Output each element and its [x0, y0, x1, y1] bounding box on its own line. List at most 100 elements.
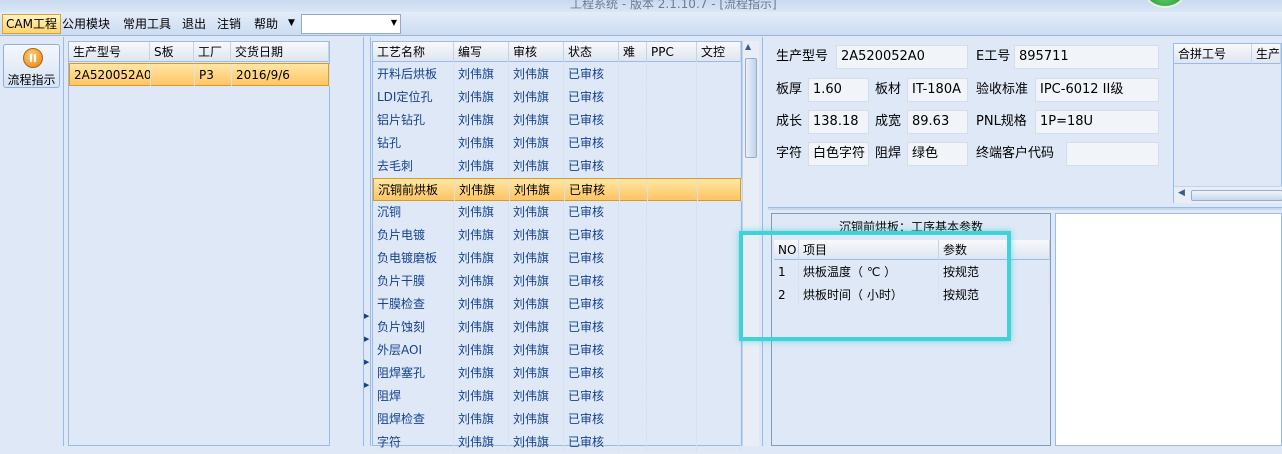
- cell-writer: 刘伟旗: [455, 179, 510, 201]
- scrollbar-thumb[interactable]: [1191, 190, 1282, 201]
- cell-s-board: [151, 64, 195, 86]
- cell-doc-control: [697, 408, 741, 430]
- col-header-status[interactable]: 状态: [564, 42, 619, 62]
- cell-difficulty: [619, 224, 647, 246]
- cell-process-name: 阻焊检查: [373, 408, 454, 430]
- cell-param: 按规范: [939, 284, 1050, 306]
- table-row[interactable]: 沉铜 刘伟旗 刘伟旗 已审核: [373, 201, 741, 224]
- cell-difficulty: [619, 362, 647, 384]
- menu-overflow-chevron-icon[interactable]: ▼: [288, 18, 295, 28]
- cell-writer: 刘伟旗: [454, 155, 509, 177]
- cell-process-name: 阻焊: [373, 385, 454, 407]
- orders-grid-header: 生产型号 S板 工厂 交货日期: [69, 42, 329, 62]
- col-header-delivery-date[interactable]: 交货日期: [231, 42, 329, 62]
- pnl-field[interactable]: 1P=18U: [1035, 110, 1159, 134]
- cell-doc-control: [697, 247, 741, 269]
- cell-model: 2A520052A0: [70, 64, 151, 86]
- table-row[interactable]: 负片蚀刻 刘伟旗 刘伟旗 已审核: [373, 316, 741, 339]
- process-grid-scrollbar[interactable]: ▲: [742, 41, 759, 446]
- merge-grid-hscrollbar[interactable]: ◀: [1174, 186, 1282, 203]
- cell-writer: 刘伟旗: [454, 408, 509, 430]
- table-row[interactable]: 阻焊塞孔 刘伟旗 刘伟旗 已审核: [373, 362, 741, 385]
- cell-difficulty: [619, 201, 647, 223]
- material-field[interactable]: IT-180A: [907, 78, 968, 102]
- table-row[interactable]: 字符 刘伟旗 刘伟旗 已审核: [373, 431, 741, 454]
- col-header-no[interactable]: NO: [774, 240, 799, 260]
- col-header-difficulty[interactable]: 难: [619, 42, 647, 62]
- cell-status: 已审核: [564, 201, 619, 223]
- cell-writer: 刘伟旗: [454, 86, 509, 108]
- length-field[interactable]: 138.18: [808, 110, 869, 134]
- col-header-factory[interactable]: 工厂: [194, 42, 231, 62]
- cell-process-name: 负片蚀刻: [373, 316, 454, 338]
- table-row[interactable]: 负电镀磨板 刘伟旗 刘伟旗 已审核: [373, 247, 741, 270]
- table-row[interactable]: 1 烘板温度（ ℃ ） 按规范: [774, 261, 1050, 284]
- horizontal-splitter[interactable]: [768, 207, 1282, 210]
- col-header-model[interactable]: 生产型号: [69, 42, 150, 62]
- table-row[interactable]: 干膜检查 刘伟旗 刘伟旗 已审核: [373, 293, 741, 316]
- table-row[interactable]: 负片电镀 刘伟旗 刘伟旗 已审核: [373, 224, 741, 247]
- cell-doc-control: [697, 132, 741, 154]
- menu-cam-project[interactable]: CAM工程: [2, 14, 61, 34]
- table-row[interactable]: 开料后烘板 刘伟旗 刘伟旗 已审核: [373, 63, 741, 86]
- cell-reviewer: 刘伟旗: [509, 385, 564, 407]
- pause-circle-icon: [23, 48, 43, 68]
- col-header-param[interactable]: 参数: [939, 240, 1050, 260]
- menu-common-tools[interactable]: 常用工具: [120, 15, 174, 33]
- table-row[interactable]: 阻焊检查 刘伟旗 刘伟旗 已审核: [373, 408, 741, 431]
- menu-logout[interactable]: 注销: [214, 15, 244, 33]
- cell-status: 已审核: [564, 132, 619, 154]
- table-row[interactable]: 2 烘板时间（ 小时） 按规范: [774, 284, 1050, 307]
- menu-help[interactable]: 帮助: [251, 15, 281, 33]
- menu-exit[interactable]: 退出: [179, 15, 209, 33]
- table-row[interactable]: 去毛刺 刘伟旗 刘伟旗 已审核: [373, 155, 741, 178]
- cell-difficulty: [619, 316, 647, 338]
- col-header-s-board[interactable]: S板: [150, 42, 194, 62]
- cell-writer: 刘伟旗: [454, 431, 509, 453]
- width-field[interactable]: 89.63: [907, 110, 968, 134]
- mask-field[interactable]: 绿色: [907, 142, 968, 166]
- cell-process-name: 铝片钻孔: [373, 109, 454, 131]
- cell-ppc: [648, 179, 698, 201]
- cell-process-name: 钻孔: [373, 132, 454, 154]
- pnl-label: PNL规格: [976, 114, 1027, 129]
- cell-difficulty: [619, 339, 647, 361]
- thickness-field[interactable]: 1.60: [808, 78, 869, 102]
- table-row[interactable]: 负片干膜 刘伟旗 刘伟旗 已审核: [373, 270, 741, 293]
- cell-reviewer: 刘伟旗: [510, 179, 565, 201]
- model-field[interactable]: 2A520052A0: [836, 45, 968, 69]
- pane-splitter[interactable]: ▶ ▶ ▶ ▶: [363, 37, 371, 446]
- table-row[interactable]: 钻孔 刘伟旗 刘伟旗 已审核: [373, 132, 741, 155]
- cell-status: 已审核: [564, 224, 619, 246]
- col-header-merge-no[interactable]: 合拼工号: [1174, 44, 1252, 64]
- scroll-left-icon[interactable]: ◀: [1178, 188, 1185, 198]
- customer-code-field[interactable]: [1066, 142, 1159, 166]
- table-row[interactable]: 铝片钻孔 刘伟旗 刘伟旗 已审核: [373, 109, 741, 132]
- col-header-writer[interactable]: 编写: [454, 42, 509, 62]
- cell-reviewer: 刘伟旗: [509, 109, 564, 131]
- scrollbar-thumb[interactable]: [745, 58, 757, 158]
- standard-field[interactable]: IPC-6012 II级: [1035, 78, 1159, 102]
- menu-common-modules[interactable]: 公用模块: [59, 15, 113, 33]
- col-header-ppc[interactable]: PPC: [647, 42, 697, 62]
- col-header-item[interactable]: 项目: [799, 240, 939, 260]
- col-header-production[interactable]: 生产: [1252, 44, 1281, 64]
- table-row[interactable]: 阻焊 刘伟旗 刘伟旗 已审核: [373, 385, 741, 408]
- cell-no: 2: [774, 284, 799, 306]
- cell-process-name: 外层AOI: [373, 339, 454, 361]
- col-header-process-name[interactable]: 工艺名称: [373, 42, 454, 62]
- table-row[interactable]: LDI定位孔 刘伟旗 刘伟旗 已审核: [373, 86, 741, 109]
- scroll-up-icon[interactable]: ▲: [745, 42, 751, 51]
- char-field[interactable]: 白色字符: [808, 142, 869, 166]
- menu-combo-select[interactable]: ▼: [301, 14, 401, 34]
- app-orb-icon[interactable]: [1144, 0, 1186, 8]
- table-row[interactable]: 外层AOI 刘伟旗 刘伟旗 已审核: [373, 339, 741, 362]
- flow-instruction-button[interactable]: 流程指示: [3, 44, 60, 88]
- pane-splitter-right[interactable]: [762, 37, 768, 446]
- col-header-reviewer[interactable]: 审核: [509, 42, 564, 62]
- cell-reviewer: 刘伟旗: [509, 339, 564, 361]
- col-header-doc-control[interactable]: 文控: [697, 42, 741, 62]
- table-row[interactable]: 2A520052A0 P3 2016/9/6: [69, 63, 330, 86]
- table-row[interactable]: 沉铜前烘板 刘伟旗 刘伟旗 已审核: [373, 178, 742, 201]
- eno-field[interactable]: 895711: [1014, 45, 1159, 69]
